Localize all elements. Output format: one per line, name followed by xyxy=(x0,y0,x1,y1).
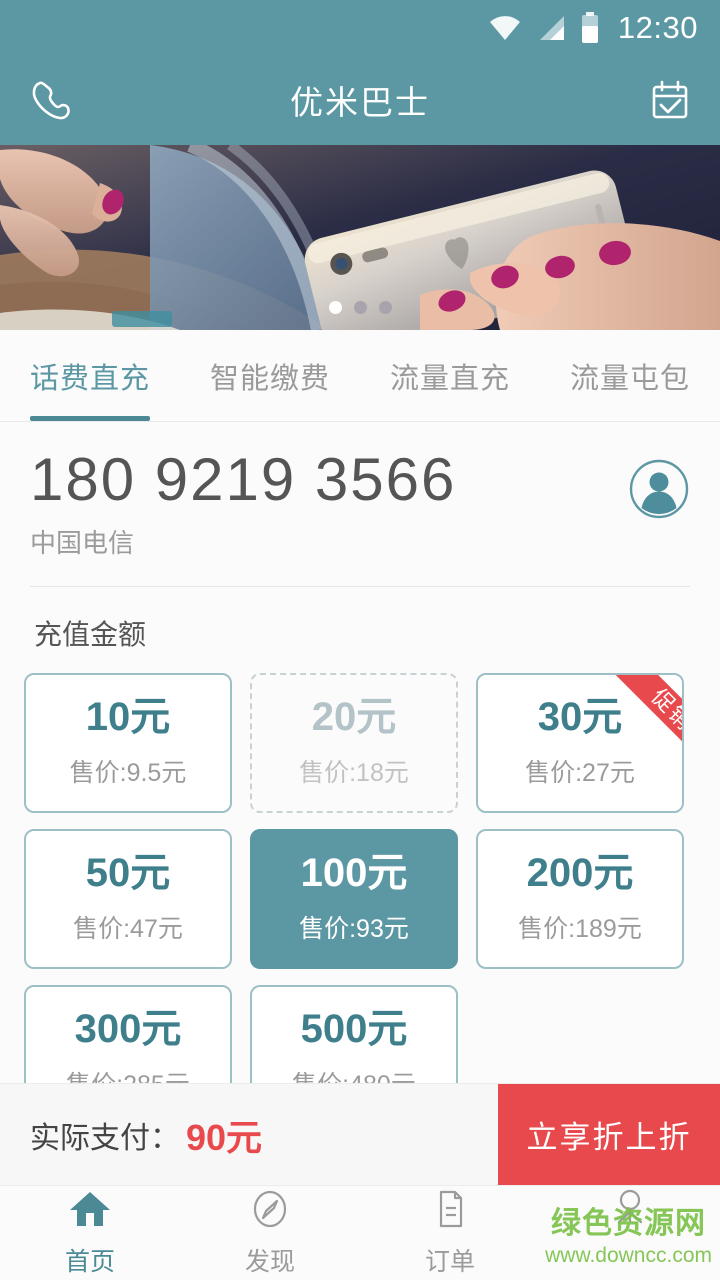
person-icon xyxy=(608,1189,652,1236)
amount-card-grid: 10元 售价:9.5元 20元 售价:18元 30元 售价:27元 促销 50元… xyxy=(0,653,720,1125)
tab-active-indicator xyxy=(30,416,150,421)
amount-value: 50元 xyxy=(85,851,171,895)
promo-banner-carousel[interactable] xyxy=(0,145,720,330)
tab-label: 智能缴费 xyxy=(209,362,330,395)
carousel-dots[interactable] xyxy=(0,301,720,314)
promo-ribbon: 促销 xyxy=(586,675,682,771)
tab-label: 流量屯包 xyxy=(569,362,690,395)
tab-label: 流量直充 xyxy=(389,362,510,395)
amount-card-20[interactable]: 20元 售价:18元 xyxy=(250,673,458,813)
amount-price: 售价:93元 xyxy=(299,915,409,943)
payment-amount: 90元 xyxy=(186,1116,263,1158)
app-header: 优米巴士 xyxy=(0,55,720,145)
amount-value: 200元 xyxy=(526,851,634,895)
payment-summary: 实际支付： 90元 xyxy=(0,1084,498,1185)
amount-section-label: 充值金额 xyxy=(34,619,147,650)
amount-card-10[interactable]: 10元 售价:9.5元 xyxy=(24,673,232,813)
category-tabs: 话费直充 智能缴费 流量直充 流量屯包 xyxy=(0,330,720,422)
amount-price: 售价:47元 xyxy=(73,915,183,943)
status-bar-clock: 12:30 xyxy=(617,9,698,45)
amount-price: 售价:189元 xyxy=(518,915,642,943)
home-icon xyxy=(68,1189,112,1236)
calendar-check-icon[interactable] xyxy=(642,72,698,128)
contact-avatar-icon[interactable] xyxy=(628,458,690,520)
tab-liuliang-tunbao[interactable]: 流量屯包 xyxy=(540,330,720,421)
carrier-label: 中国电信 xyxy=(30,528,135,558)
payment-label: 实际支付： xyxy=(30,1121,180,1155)
bottom-navigation: 首页 发现 订单 xyxy=(0,1185,720,1280)
amount-value: 300元 xyxy=(74,1007,182,1051)
page-title: 优米巴士 xyxy=(290,84,430,121)
carousel-dot[interactable] xyxy=(328,301,342,314)
amount-card-100[interactable]: 100元 售价:93元 xyxy=(250,829,458,969)
tab-liuliang-zhichong[interactable]: 流量直充 xyxy=(360,330,540,421)
document-list-icon xyxy=(428,1189,472,1236)
nav-label: 发现 xyxy=(244,1247,295,1276)
tab-huafei-zhichong[interactable]: 话费直充 xyxy=(0,330,180,421)
compass-icon xyxy=(248,1189,292,1236)
promo-ribbon-label: 促销 xyxy=(608,675,682,771)
nav-item-home[interactable]: 首页 xyxy=(0,1186,180,1280)
tab-active-indicator xyxy=(210,416,330,421)
amount-price: 售价:9.5元 xyxy=(69,759,187,787)
payment-bar: 实际支付： 90元 立享折上折 xyxy=(0,1083,720,1185)
amount-value: 500元 xyxy=(300,1007,408,1051)
nav-label: 首页 xyxy=(64,1247,115,1276)
cellular-signal-icon xyxy=(536,14,566,42)
nav-item-discover[interactable]: 发现 xyxy=(180,1186,360,1280)
phone-number-input[interactable]: 180 9219 3566 xyxy=(30,448,456,511)
app-root: 12:30 优米巴士 话费直充 智能缴费 流量直充 流量屯包 180 9219 … xyxy=(0,0,720,1280)
amount-card-50[interactable]: 50元 售价:47元 xyxy=(24,829,232,969)
amount-value: 100元 xyxy=(300,851,408,895)
tab-active-indicator xyxy=(390,416,510,421)
phone-entry-section: 180 9219 3566 中国电信 充值金额 xyxy=(0,422,720,653)
nav-label: 订单 xyxy=(424,1247,475,1276)
amount-value: 20元 xyxy=(311,695,397,739)
tab-active-indicator xyxy=(570,416,690,421)
amount-value: 10元 xyxy=(85,695,171,739)
amount-card-200[interactable]: 200元 售价:189元 xyxy=(476,829,684,969)
phone-icon[interactable] xyxy=(22,72,78,128)
tab-label: 话费直充 xyxy=(29,362,150,395)
amount-card-30[interactable]: 30元 售价:27元 促销 xyxy=(476,673,684,813)
nav-item-profile[interactable]: 我的 xyxy=(540,1186,720,1280)
amount-price: 售价:18元 xyxy=(299,759,409,787)
carousel-dot[interactable] xyxy=(378,301,392,314)
tab-zhineng-jiaofei[interactable]: 智能缴费 xyxy=(180,330,360,421)
carousel-dot[interactable] xyxy=(353,301,367,314)
battery-icon xyxy=(580,11,600,44)
checkout-button[interactable]: 立享折上折 xyxy=(498,1084,720,1185)
wifi-icon xyxy=(488,14,522,42)
status-bar: 12:30 xyxy=(0,0,720,55)
nav-item-orders[interactable]: 订单 xyxy=(360,1186,540,1280)
